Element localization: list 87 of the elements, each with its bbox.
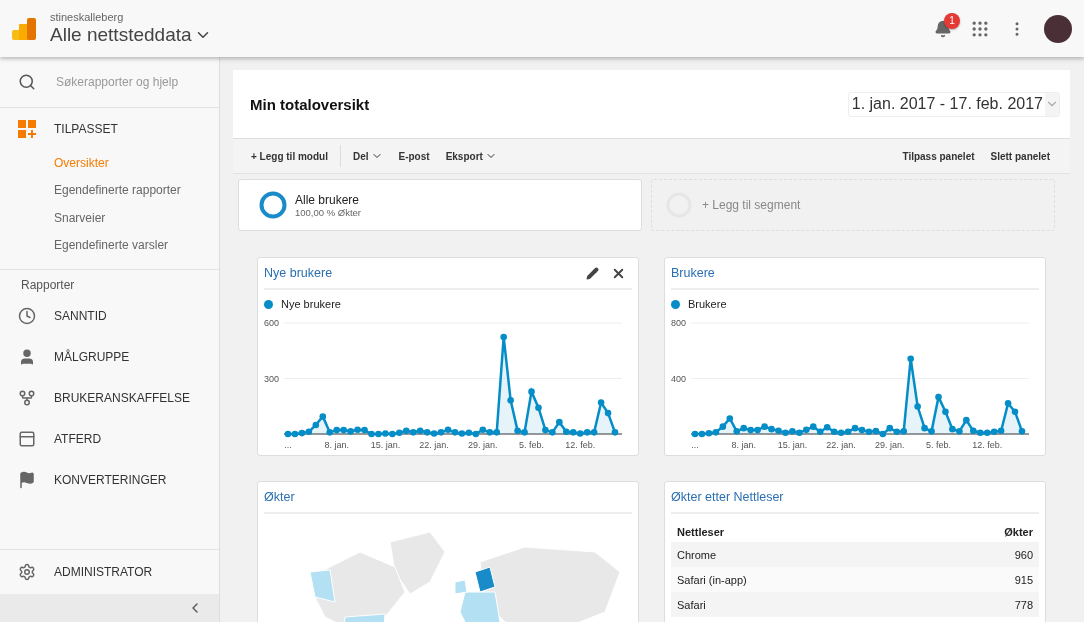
y-tick-label: 800 xyxy=(671,318,687,328)
x-tick-label: 8. jan. xyxy=(324,440,349,450)
logo-icon xyxy=(12,17,36,40)
data-point xyxy=(507,397,514,404)
data-point xyxy=(963,416,970,424)
branch-icon xyxy=(18,388,36,407)
widget-title: Økter xyxy=(264,490,296,504)
legend-label: Nye brukere xyxy=(281,298,341,310)
window-icon xyxy=(18,429,36,448)
clock-icon xyxy=(18,306,36,325)
data-point xyxy=(1018,428,1026,435)
column-header: Nettleser xyxy=(677,526,725,538)
y-tick-label: 300 xyxy=(264,373,280,384)
x-tick-label: ... xyxy=(284,440,292,450)
x-tick-label: 5. feb. xyxy=(519,440,545,450)
legend-dot xyxy=(671,299,680,309)
date-range-picker[interactable]: 1. jan. 2017 - 17. feb. 2017 xyxy=(847,91,1060,117)
data-point xyxy=(535,404,542,412)
nav-item[interactable]: ATFERD xyxy=(0,418,219,459)
notifications-button[interactable] xyxy=(934,19,952,38)
search-field[interactable]: Søkerapporter og hjelp xyxy=(54,74,208,90)
nav-item[interactable]: BRUKERANSKAFFELSE xyxy=(0,377,219,418)
nav-item[interactable]: SANNTID xyxy=(0,295,219,336)
widget-title: Økter etter Nettleser xyxy=(671,490,785,504)
table-cell: Safari (in-app) xyxy=(677,573,747,586)
x-tick-label: ... xyxy=(691,440,699,450)
toolbar-button[interactable]: Eksport xyxy=(437,144,505,168)
legend-dot xyxy=(264,299,273,309)
data-point xyxy=(500,333,507,341)
widget-title: Brukere xyxy=(671,266,716,280)
x-tick-label: 15. jan. xyxy=(777,440,808,450)
x-tick-label: 12. feb. xyxy=(565,440,596,450)
table-cell: Chrome xyxy=(677,548,717,561)
x-tick-label: 12. feb. xyxy=(972,440,1003,450)
data-point xyxy=(914,403,921,410)
segment-card[interactable]: Alle brukere 100,00 % Økter xyxy=(238,179,642,231)
legend-label: Brukere xyxy=(688,298,727,310)
user-avatar[interactable] xyxy=(1044,14,1072,43)
table-cell: 778 xyxy=(1014,598,1033,611)
data-point xyxy=(604,409,612,417)
data-point xyxy=(556,418,563,426)
edit-icon[interactable] xyxy=(586,266,599,280)
segment-name: Alle brukere xyxy=(295,192,361,207)
nav-item[interactable]: MÅLGRUPPE xyxy=(0,336,219,377)
person-icon xyxy=(18,347,36,366)
x-tick-label: 29. jan. xyxy=(468,440,498,450)
data-point xyxy=(611,429,619,436)
toolbar-button[interactable]: Tilpass panelet xyxy=(894,144,983,168)
x-tick-label: 5. feb. xyxy=(926,440,952,450)
toolbar-button[interactable]: + Legg til modul xyxy=(243,144,336,168)
column-header: Økter xyxy=(1004,526,1033,538)
y-tick-label: 400 xyxy=(671,373,687,384)
nav-subitem[interactable]: Snarveier xyxy=(54,204,106,232)
toolbar-button[interactable]: E-post xyxy=(390,144,438,168)
widget-title: Nye brukere xyxy=(264,266,334,280)
property-selector[interactable]: Alle nettsteddata xyxy=(50,24,212,46)
toolbar-button[interactable]: Slett panelet xyxy=(982,144,1058,168)
ring-icon xyxy=(259,191,287,219)
segment-detail: 100,00 % Økter xyxy=(295,206,361,218)
data-point xyxy=(907,355,914,363)
account-name: stineskalleberg xyxy=(50,11,125,23)
x-tick-label: 22. jan. xyxy=(419,440,449,450)
settings-icon xyxy=(18,563,36,581)
notification-count: 1 xyxy=(944,12,960,29)
nav-item[interactable]: TILPASSET xyxy=(0,108,219,149)
section-heading: Rapporter xyxy=(20,277,76,294)
data-point xyxy=(935,393,942,401)
nav-subitem[interactable]: Egendefinerte rapporter xyxy=(54,176,181,204)
dashboard-title: Min totaloversikt xyxy=(250,95,370,113)
x-tick-label: 15. jan. xyxy=(370,440,401,450)
nav-item[interactable]: KONVERTERINGER xyxy=(0,459,219,500)
nav-subitem[interactable]: Egendefinerte varsler xyxy=(54,231,169,259)
nav-item[interactable]: ADMINISTRATOR xyxy=(0,550,219,594)
table-cell: Safari xyxy=(677,598,706,611)
x-tick-label: 29. jan. xyxy=(875,440,905,450)
data-point xyxy=(597,399,605,406)
flag-icon xyxy=(18,470,36,489)
data-point xyxy=(528,388,535,395)
table-cell: 960 xyxy=(1014,548,1033,561)
dashboard-add-icon xyxy=(18,119,36,138)
x-tick-label: 22. jan. xyxy=(826,440,856,450)
x-tick-label: 8. jan. xyxy=(731,440,756,450)
toolbar-button[interactable]: Del xyxy=(344,144,391,168)
search-icon xyxy=(18,73,36,91)
data-point xyxy=(942,408,949,416)
table-cell: 915 xyxy=(1014,573,1033,586)
y-tick-label: 600 xyxy=(264,318,280,328)
